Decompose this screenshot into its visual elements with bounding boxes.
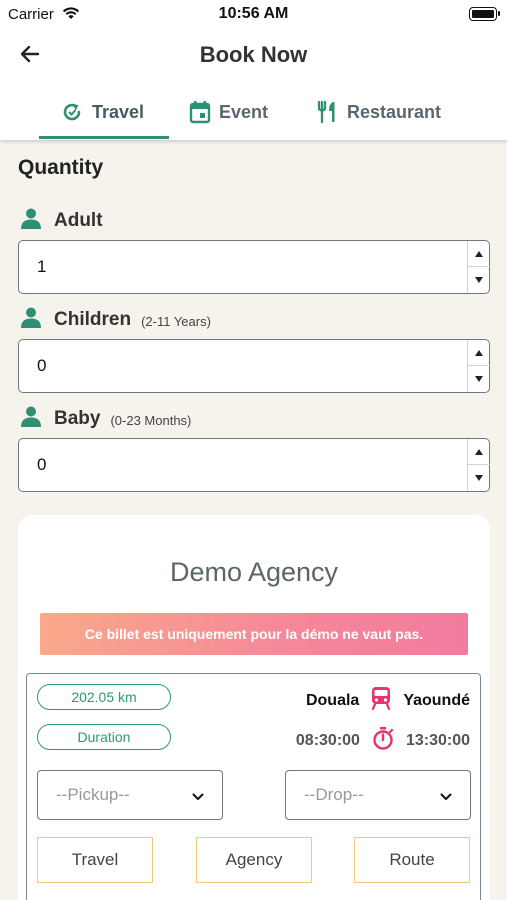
tab-bar: Travel Event Restaurant — [0, 92, 507, 140]
tab-travel[interactable]: Travel — [60, 100, 144, 140]
origin-city: Douala — [305, 691, 360, 709]
quantity-title: Quantity — [18, 156, 104, 179]
children-value[interactable]: 0 — [37, 356, 46, 376]
baby-stepper-arrows — [467, 439, 490, 491]
children-label: Children — [54, 308, 132, 330]
baby-value[interactable]: 0 — [37, 455, 46, 475]
bus-icon — [371, 686, 391, 715]
baby-age-hint: (0-23 Months) — [110, 413, 192, 428]
tab-travel-label: Travel — [92, 102, 145, 122]
fork-knife-icon — [315, 100, 339, 129]
agency-name: Demo Agency — [169, 557, 339, 587]
destination-city: Yaoundé — [403, 691, 470, 709]
route-summary: Douala Yaoundé — [306, 686, 470, 715]
increment-icon[interactable] — [468, 340, 490, 366]
baby-label-row: Baby (0-23 Months) — [20, 405, 191, 432]
chevron-down-icon — [440, 788, 452, 806]
tab-event-label: Event — [219, 102, 269, 122]
chevron-down-icon — [192, 788, 204, 806]
app-header: Book Now Travel Event Restaurant — [0, 28, 507, 140]
children-age-hint: (2-11 Years) — [141, 314, 211, 329]
pickup-select[interactable]: --Pickup-- — [37, 770, 223, 820]
duration-badge: Duration — [37, 724, 171, 750]
adult-label: Adult — [54, 209, 103, 231]
agency-card: Demo Agency Ce billet est uniquement pou… — [18, 515, 490, 900]
baby-stepper[interactable]: 0 — [18, 438, 490, 492]
person-icon — [20, 207, 42, 234]
increment-icon[interactable] — [468, 439, 490, 465]
active-tab-indicator — [39, 136, 169, 139]
status-bar: Carrier 10:56 AM — [0, 0, 507, 28]
arrival-time: 13:30:00 — [405, 731, 470, 749]
battery-icon — [469, 7, 500, 21]
clock: 10:56 AM — [218, 5, 289, 22]
distance-badge: 202.05 km — [37, 684, 171, 710]
adult-label-row: Adult — [20, 207, 103, 234]
adult-stepper[interactable]: 1 — [18, 240, 490, 294]
stopwatch-icon — [372, 726, 394, 755]
drop-select[interactable]: --Drop-- — [285, 770, 471, 820]
refresh-arrow-icon — [60, 100, 84, 129]
decrement-icon[interactable] — [468, 366, 490, 392]
children-stepper-arrows — [467, 340, 490, 392]
drop-placeholder: --Drop-- — [304, 785, 364, 804]
travel-button[interactable]: Travel — [37, 837, 153, 883]
adult-stepper-arrows — [467, 241, 490, 293]
adult-value[interactable]: 1 — [37, 257, 46, 277]
children-label-row: Children (2-11 Years) — [20, 306, 211, 333]
tab-restaurant[interactable]: Restaurant — [315, 100, 441, 140]
decrement-icon[interactable] — [468, 465, 490, 491]
route-button[interactable]: Route — [354, 837, 470, 883]
children-stepper[interactable]: 0 — [18, 339, 490, 393]
person-icon — [20, 405, 42, 432]
baby-label: Baby — [54, 407, 101, 429]
pickup-placeholder: --Pickup-- — [56, 785, 130, 804]
decrement-icon[interactable] — [468, 267, 490, 293]
tab-event[interactable]: Event — [189, 100, 268, 140]
calendar-icon — [189, 100, 211, 129]
departure-time: 08:30:00 — [295, 731, 360, 749]
person-icon — [20, 306, 42, 333]
agency-button[interactable]: Agency — [196, 837, 312, 883]
demo-notice-banner: Ce billet est uniquement pour la démo ne… — [40, 613, 468, 655]
trip-details: 202.05 km Duration Douala Yaoundé 08:30:… — [26, 673, 481, 900]
schedule-times: 08:30:00 13:30:00 — [296, 726, 470, 755]
increment-icon[interactable] — [468, 241, 490, 267]
tab-restaurant-label: Restaurant — [347, 102, 442, 122]
page-title: Book Now — [199, 42, 308, 67]
